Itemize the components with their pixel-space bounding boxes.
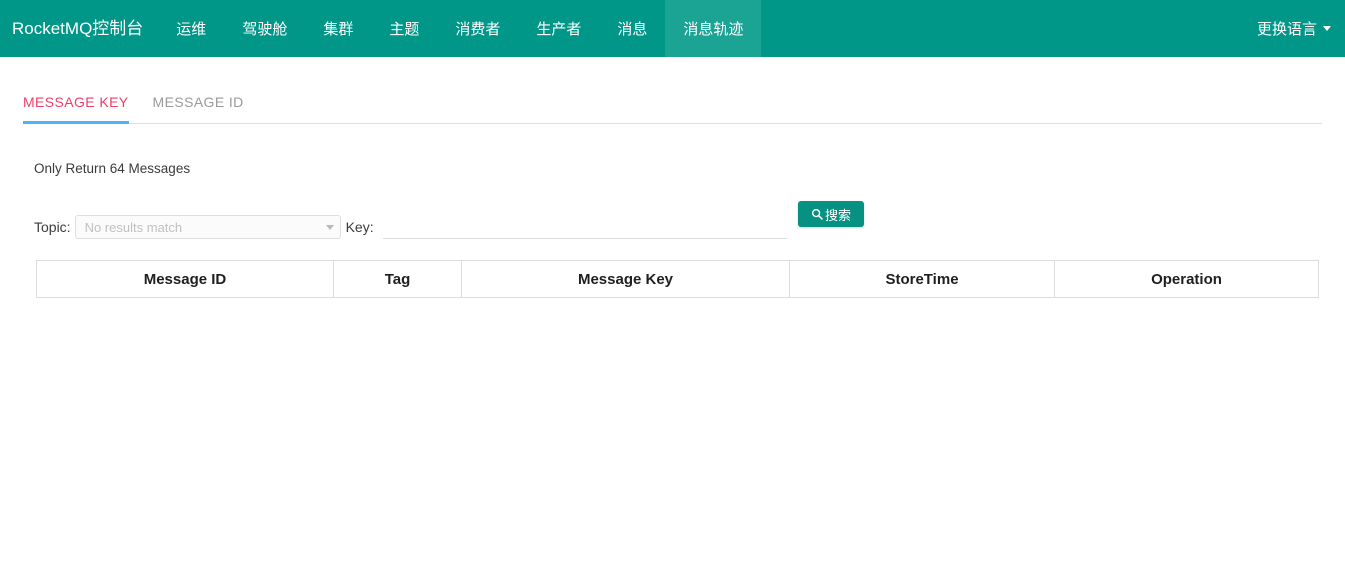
brand-logo[interactable]: RocketMQ控制台 [0, 0, 158, 57]
search-icon [811, 208, 823, 220]
main-nav: 运维 驾驶舱 集群 主题 消费者 生产者 消息 消息轨迹 [158, 0, 762, 57]
nav-item-consumer[interactable]: 消费者 [437, 0, 518, 57]
change-language-dropdown[interactable]: 更换语言 [1257, 18, 1331, 39]
nav-item-label: 运维 [176, 21, 207, 38]
tab-message-id[interactable]: MESSAGE ID [153, 94, 244, 123]
topic-select-placeholder: No results match [84, 219, 183, 235]
search-button-label: 搜索 [825, 207, 852, 223]
topic-label: Topic: [34, 219, 71, 235]
nav-item-producer[interactable]: 生产者 [518, 0, 599, 57]
tab-message-key[interactable]: MESSAGE KEY [23, 94, 129, 124]
key-input[interactable] [382, 215, 787, 239]
column-header-message-id[interactable]: Message ID [36, 260, 334, 298]
tab-label: MESSAGE ID [152, 94, 244, 110]
search-form: Topic: No results match Key: 搜索 [34, 201, 1322, 244]
nav-item-label: 集群 [323, 21, 354, 38]
nav-item-label: 消费者 [455, 21, 501, 38]
column-header-tag[interactable]: Tag [333, 260, 462, 298]
table-header-row: Message ID Tag Message Key StoreTime Ope… [36, 260, 1319, 298]
topic-select[interactable]: No results match [74, 215, 341, 239]
messages-table-container: Message ID Tag Message Key StoreTime Ope… [36, 260, 1319, 298]
nav-item-label: 消息 [617, 21, 648, 38]
column-header-message-key[interactable]: Message Key [461, 260, 790, 298]
navbar-right: 更换语言 [1257, 0, 1345, 57]
nav-item-message-trace[interactable]: 消息轨迹 [665, 0, 762, 57]
tab-label: MESSAGE KEY [23, 94, 129, 110]
nav-item-ops[interactable]: 运维 [158, 0, 224, 57]
nav-item-topic[interactable]: 主题 [371, 0, 437, 57]
only-return-notice: Only Return 64 Messages [34, 161, 191, 176]
nav-item-label: 主题 [389, 21, 420, 38]
tabs-section: MESSAGE KEY MESSAGE ID [0, 57, 1345, 124]
key-label: Key: [345, 219, 374, 235]
table-head: Message ID Tag Message Key StoreTime Ope… [36, 260, 1319, 298]
top-navbar: RocketMQ控制台 运维 驾驶舱 集群 主题 消费者 生产者 消息 消息轨迹… [0, 0, 1345, 57]
change-language-label: 更换语言 [1256, 21, 1317, 38]
nav-item-message[interactable]: 消息 [599, 0, 665, 57]
main-content: Only Return 64 Messages Topic: No result… [0, 161, 1345, 298]
nav-item-label: 生产者 [536, 21, 582, 38]
column-header-storetime[interactable]: StoreTime [789, 260, 1055, 298]
nav-item-dashboard[interactable]: 驾驶舱 [224, 0, 305, 57]
nav-item-label: 消息轨迹 [683, 21, 744, 38]
tab-bar: MESSAGE KEY MESSAGE ID [23, 94, 1322, 124]
messages-table: Message ID Tag Message Key StoreTime Ope… [36, 260, 1319, 298]
chevron-down-icon [325, 224, 334, 230]
search-button[interactable]: 搜索 [798, 201, 865, 227]
nav-item-cluster[interactable]: 集群 [305, 0, 371, 57]
column-header-operation[interactable]: Operation [1054, 260, 1319, 298]
nav-item-label: 驾驶舱 [242, 21, 288, 38]
chevron-down-icon [1323, 26, 1331, 31]
